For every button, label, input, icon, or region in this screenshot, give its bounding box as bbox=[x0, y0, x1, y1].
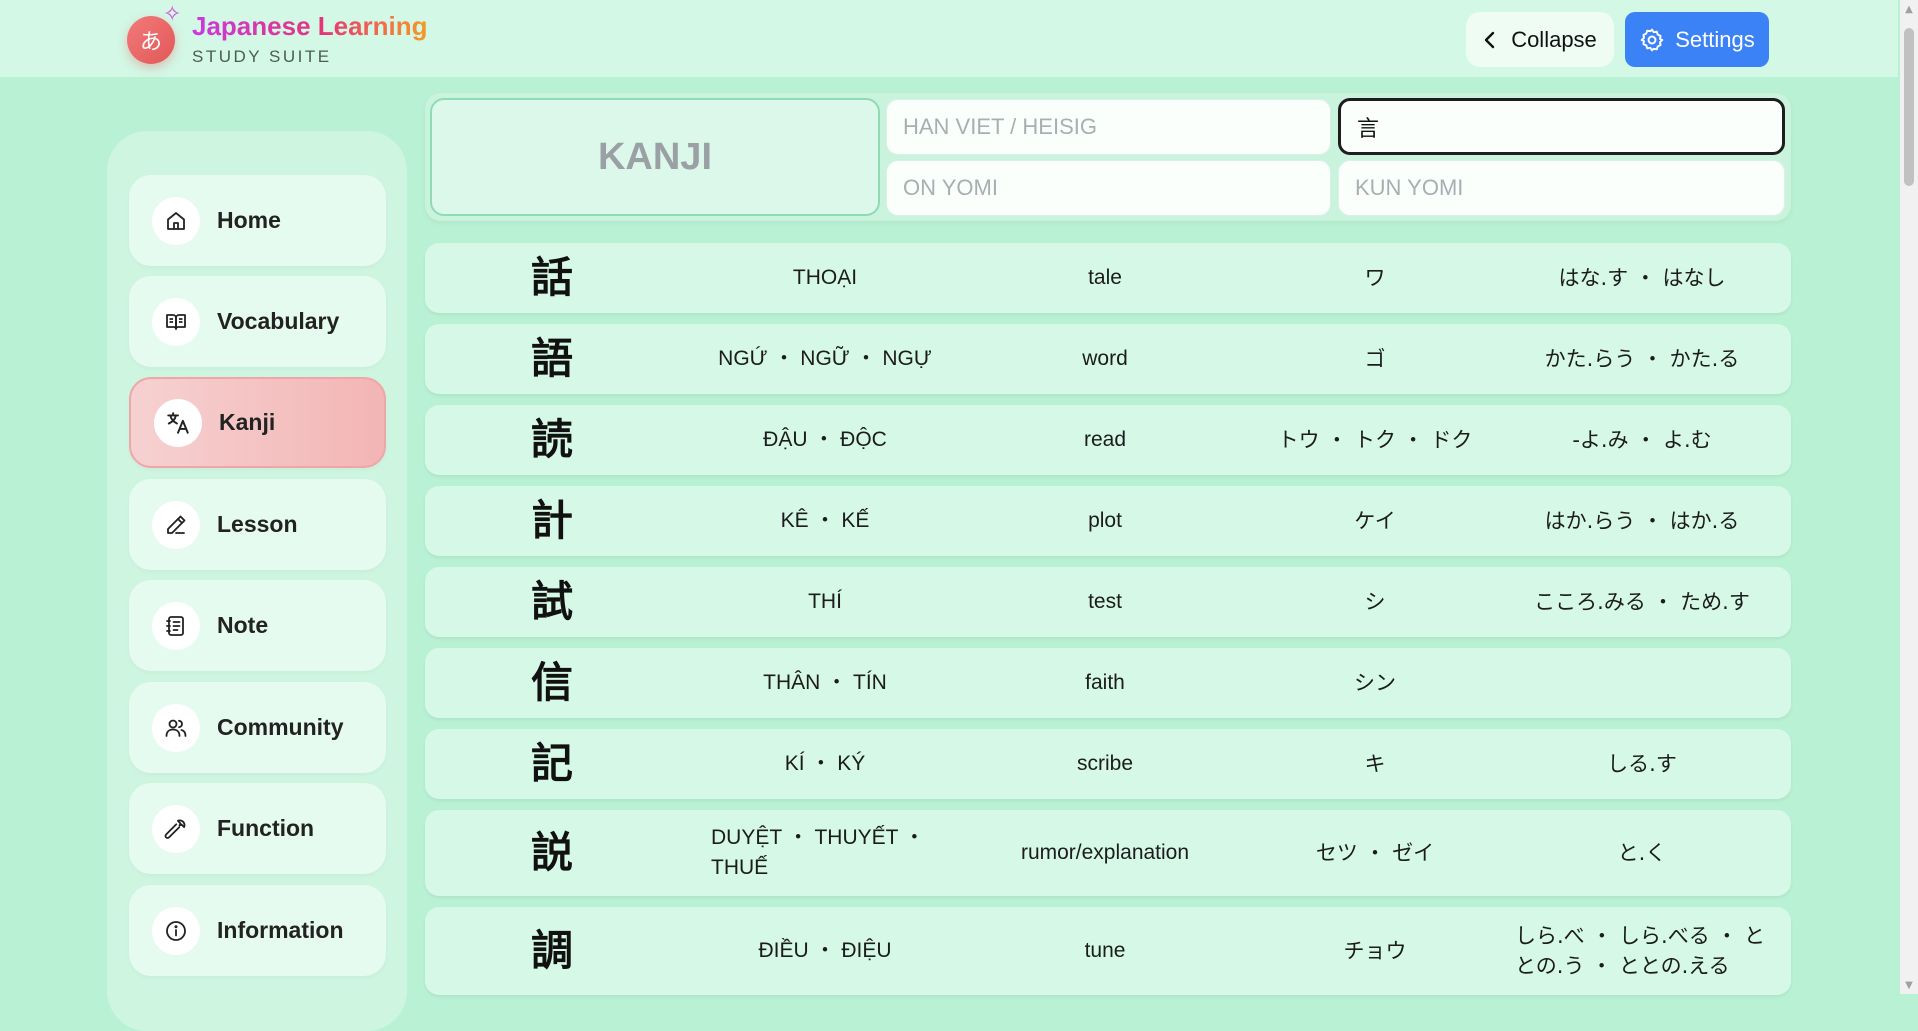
kanji-meaning: plot bbox=[1088, 508, 1122, 532]
kunyomi-reading: はな.す ・ はなし bbox=[1558, 265, 1726, 290]
kanji-meaning: tune bbox=[1084, 938, 1126, 962]
kanji-meaning: tale bbox=[1088, 265, 1122, 289]
wrench-icon bbox=[152, 804, 200, 853]
sidebar-item-label: Home bbox=[217, 207, 281, 233]
kanji-character: 話 bbox=[530, 252, 573, 302]
kunyomi-reading: と.く bbox=[1617, 840, 1667, 865]
app-header: あ ✧ Japanese Learning STUDY SUITE Collap… bbox=[0, 0, 1898, 77]
kanji-row[interactable]: 試 THÍ test シ こころ.みる ・ ため.す bbox=[425, 567, 1791, 637]
sparkle-icon: ✧ bbox=[163, 2, 182, 27]
sidebar-item-lesson[interactable]: Lesson bbox=[129, 479, 386, 570]
sidebar-item-vocabulary[interactable]: Vocabulary bbox=[129, 276, 386, 367]
onyomi-reading: キ bbox=[1364, 751, 1386, 776]
radical-search-input[interactable] bbox=[1338, 98, 1785, 155]
onyomi-reading: ケイ bbox=[1354, 508, 1396, 533]
onyomi-reading: ゴ bbox=[1364, 346, 1386, 371]
page-scrollbar[interactable]: ▲ ▼ bbox=[1900, 0, 1918, 994]
chevron-left-icon bbox=[1483, 30, 1497, 50]
kanji-meaning: word bbox=[1082, 346, 1128, 370]
onyomi-reading: チョウ bbox=[1343, 938, 1407, 963]
kanji-search-label: KANJI bbox=[430, 98, 880, 216]
kunyomi-reading: -よ.み ・ よ.む bbox=[1572, 427, 1712, 452]
kanji-row[interactable]: 記 KÍ ・ KÝ scribe キ しる.す bbox=[425, 729, 1791, 799]
hanviet-reading: KÊ ・ KẾ bbox=[780, 508, 870, 532]
kunyomi-reading: かた.らう ・ かた.る bbox=[1544, 346, 1740, 371]
kanji-row[interactable]: 調 ĐIỀU ・ ĐIỆU tune チョウ しら.べ ・ しら.べる ・ とと… bbox=[425, 907, 1791, 995]
home-icon bbox=[152, 196, 200, 245]
collapse-button[interactable]: Collapse bbox=[1466, 12, 1614, 67]
hanviet-reading: THÂN ・ TÍN bbox=[763, 670, 887, 694]
sidebar-item-label: Kanji bbox=[219, 409, 276, 435]
sidebar-item-note[interactable]: Note bbox=[129, 580, 386, 671]
gear-icon bbox=[1639, 27, 1665, 53]
kanji-meaning: rumor/explanation bbox=[1020, 840, 1190, 864]
kanji-row[interactable]: 語 NGỨ ・ NGỮ ・ NGỰ word ゴ かた.らう ・ かた.る bbox=[425, 324, 1791, 394]
kunyomi-reading: はか.らう ・ はか.る bbox=[1544, 508, 1740, 533]
hanviet-reading: ĐẬU ・ ĐỘC bbox=[763, 427, 887, 451]
kunyomi-input[interactable] bbox=[1338, 160, 1785, 216]
kanji-search-panel: KANJI bbox=[425, 93, 1791, 221]
kanji-meaning: read bbox=[1083, 427, 1127, 451]
hanviet-reading: NGỨ ・ NGỮ ・ NGỰ bbox=[718, 346, 932, 370]
sidebar-item-label: Vocabulary bbox=[217, 308, 340, 334]
onyomi-input[interactable] bbox=[886, 160, 1331, 216]
hanviet-reading: THÍ bbox=[808, 589, 842, 613]
kanji-character: 調 bbox=[530, 925, 573, 975]
kanji-row[interactable]: 計 KÊ ・ KẾ plot ケイ はか.らう ・ はか.る bbox=[425, 486, 1791, 556]
kanji-meaning: scribe bbox=[1076, 751, 1134, 775]
kanji-meaning: faith bbox=[1085, 670, 1125, 694]
app-subtitle: STUDY SUITE bbox=[192, 47, 332, 66]
sidebar-item-label: Lesson bbox=[217, 511, 298, 537]
kunyomi-reading: しる.す bbox=[1607, 751, 1677, 776]
sidebar-item-label: Function bbox=[217, 815, 315, 841]
sidebar-item-label: Community bbox=[217, 714, 344, 740]
sidebar-item-label: Information bbox=[217, 917, 344, 943]
info-icon bbox=[152, 906, 200, 955]
sidebar-item-community[interactable]: Community bbox=[129, 682, 386, 773]
kanji-character: 信 bbox=[530, 657, 573, 707]
pencil-icon bbox=[152, 500, 200, 549]
hanviet-reading: ĐIỀU ・ ĐIỆU bbox=[758, 938, 892, 962]
hanviet-reading: KÍ ・ KÝ bbox=[784, 751, 866, 775]
hanviet-heisig-input[interactable] bbox=[886, 99, 1331, 155]
settings-label: Settings bbox=[1675, 26, 1755, 52]
kanji-character: 試 bbox=[530, 576, 573, 626]
sidebar-item-home[interactable]: Home bbox=[129, 175, 386, 266]
users-icon bbox=[152, 703, 200, 752]
settings-button[interactable]: Settings bbox=[1625, 12, 1769, 67]
scroll-up-arrow-icon[interactable]: ▲ bbox=[1900, 0, 1918, 18]
kunyomi-reading: こころ.みる ・ ため.す bbox=[1534, 589, 1750, 614]
kunyomi-reading: しら.べ ・ しら.べる ・ ととの.う ・ ととの.える bbox=[1515, 923, 1766, 978]
kanji-row[interactable]: 読 ĐẬU ・ ĐỘC read トウ ・ トク ・ ドク -よ.み ・ よ.む bbox=[425, 405, 1791, 475]
kanji-character: 語 bbox=[530, 333, 573, 383]
sidebar-item-kanji[interactable]: Kanji bbox=[129, 377, 386, 468]
kanji-row[interactable]: 信 THÂN ・ TÍN faith シン bbox=[425, 648, 1791, 718]
kanji-character: 読 bbox=[530, 414, 573, 464]
sidebar: Home Vocabulary Kanji Lesson Note Commun… bbox=[107, 131, 407, 1031]
sidebar-item-function[interactable]: Function bbox=[129, 783, 386, 874]
scroll-down-arrow-icon[interactable]: ▼ bbox=[1900, 976, 1918, 994]
kanji-character: 説 bbox=[530, 827, 573, 877]
onyomi-reading: シン bbox=[1354, 670, 1396, 695]
kunyomi-reading bbox=[1507, 648, 1777, 718]
sidebar-item-label: Note bbox=[217, 612, 269, 638]
onyomi-reading: ワ bbox=[1364, 265, 1386, 290]
kanji-row[interactable]: 話 THOẠI tale ワ はな.す ・ はなし bbox=[425, 243, 1791, 313]
scrollbar-thumb[interactable] bbox=[1904, 28, 1914, 186]
hanviet-reading: THOẠI bbox=[792, 265, 858, 289]
notebook-icon bbox=[152, 601, 200, 650]
kanji-meaning: test bbox=[1088, 589, 1122, 613]
book-open-icon bbox=[152, 297, 200, 346]
collapse-label: Collapse bbox=[1511, 26, 1597, 52]
hanviet-reading: DUYỆT ・ THUYẾT ・ THUẾ bbox=[711, 825, 925, 879]
onyomi-reading: シ bbox=[1364, 589, 1386, 614]
sidebar-item-information[interactable]: Information bbox=[129, 885, 386, 976]
kanji-character: 計 bbox=[530, 495, 573, 545]
kanji-character: 記 bbox=[530, 738, 573, 788]
kanji-row[interactable]: 説 DUYỆT ・ THUYẾT ・ THUẾ rumor/explanatio… bbox=[425, 810, 1791, 896]
onyomi-reading: トウ ・ トク ・ ドク bbox=[1277, 427, 1473, 452]
onyomi-reading: セツ ・ ゼイ bbox=[1315, 840, 1435, 865]
translate-icon bbox=[154, 398, 202, 447]
app-title: Japanese Learning bbox=[192, 11, 428, 41]
